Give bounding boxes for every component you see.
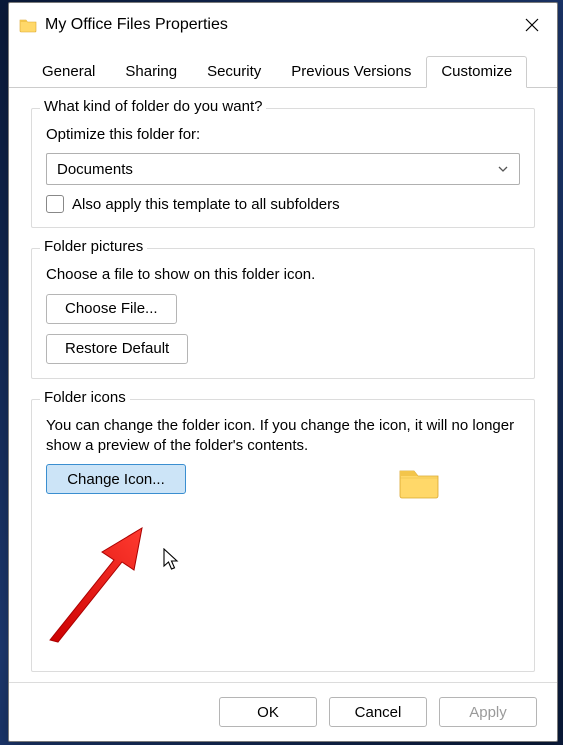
- group-folder-pictures: Folder pictures Choose a file to show on…: [31, 248, 535, 378]
- tab-general[interactable]: General: [27, 56, 110, 88]
- cancel-button[interactable]: Cancel: [329, 697, 427, 727]
- also-apply-row[interactable]: Also apply this template to all subfolde…: [46, 195, 520, 213]
- tab-previous-versions[interactable]: Previous Versions: [276, 56, 426, 88]
- chevron-down-icon: [497, 163, 509, 175]
- tab-customize[interactable]: Customize: [426, 56, 527, 88]
- window-title: My Office Files Properties: [45, 16, 509, 34]
- group-folder-icons-legend: Folder icons: [40, 389, 130, 406]
- folder-preview-icon: [398, 464, 440, 500]
- optimize-select[interactable]: Documents: [46, 153, 520, 185]
- optimize-label: Optimize this folder for:: [46, 125, 520, 145]
- group-folder-kind-legend: What kind of folder do you want?: [40, 98, 266, 115]
- also-apply-label: Also apply this template to all subfolde…: [72, 196, 340, 213]
- dialog-footer: OK Cancel Apply: [9, 682, 557, 741]
- folder-pictures-help: Choose a file to show on this folder ico…: [46, 265, 520, 285]
- tab-content: What kind of folder do you want? Optimiz…: [9, 88, 557, 682]
- optimize-select-value: Documents: [57, 161, 133, 178]
- ok-button[interactable]: OK: [219, 697, 317, 727]
- group-folder-kind: What kind of folder do you want? Optimiz…: [31, 108, 535, 228]
- folder-icon: [19, 17, 37, 33]
- close-button[interactable]: [509, 7, 555, 43]
- folder-icons-help: You can change the folder icon. If you c…: [46, 416, 520, 457]
- change-icon-button[interactable]: Change Icon...: [46, 464, 186, 494]
- properties-dialog: My Office Files Properties General Shari…: [8, 2, 558, 742]
- tab-security[interactable]: Security: [192, 56, 276, 88]
- tab-bar: General Sharing Security Previous Versio…: [9, 47, 557, 88]
- choose-file-button[interactable]: Choose File...: [46, 294, 177, 324]
- tab-sharing[interactable]: Sharing: [110, 56, 192, 88]
- group-folder-icons: Folder icons You can change the folder i…: [31, 399, 535, 673]
- group-folder-pictures-legend: Folder pictures: [40, 238, 147, 255]
- titlebar: My Office Files Properties: [9, 3, 557, 47]
- apply-button[interactable]: Apply: [439, 697, 537, 727]
- restore-default-button[interactable]: Restore Default: [46, 334, 188, 364]
- also-apply-checkbox[interactable]: [46, 195, 64, 213]
